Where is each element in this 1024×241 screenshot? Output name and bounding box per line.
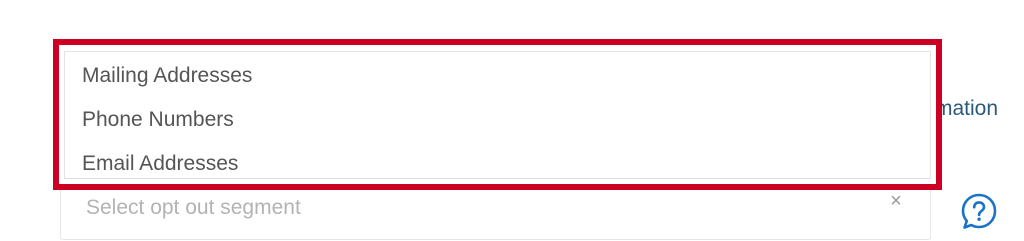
- clear-selection-icon[interactable]: ×: [885, 190, 907, 212]
- option-phone-numbers[interactable]: Phone Numbers: [82, 108, 234, 132]
- select-placeholder: Select opt out segment: [86, 196, 301, 219]
- dropdown-menu: Mailing Addresses Phone Numbers Email Ad…: [64, 51, 931, 179]
- help-question-icon[interactable]: [960, 192, 998, 230]
- opt-out-segment-select[interactable]: Select opt out segment ×: [60, 186, 931, 240]
- option-email-addresses[interactable]: Email Addresses: [82, 152, 238, 176]
- segment-options-dropdown: Mailing Addresses Phone Numbers Email Ad…: [53, 39, 942, 190]
- option-mailing-addresses[interactable]: Mailing Addresses: [82, 64, 252, 88]
